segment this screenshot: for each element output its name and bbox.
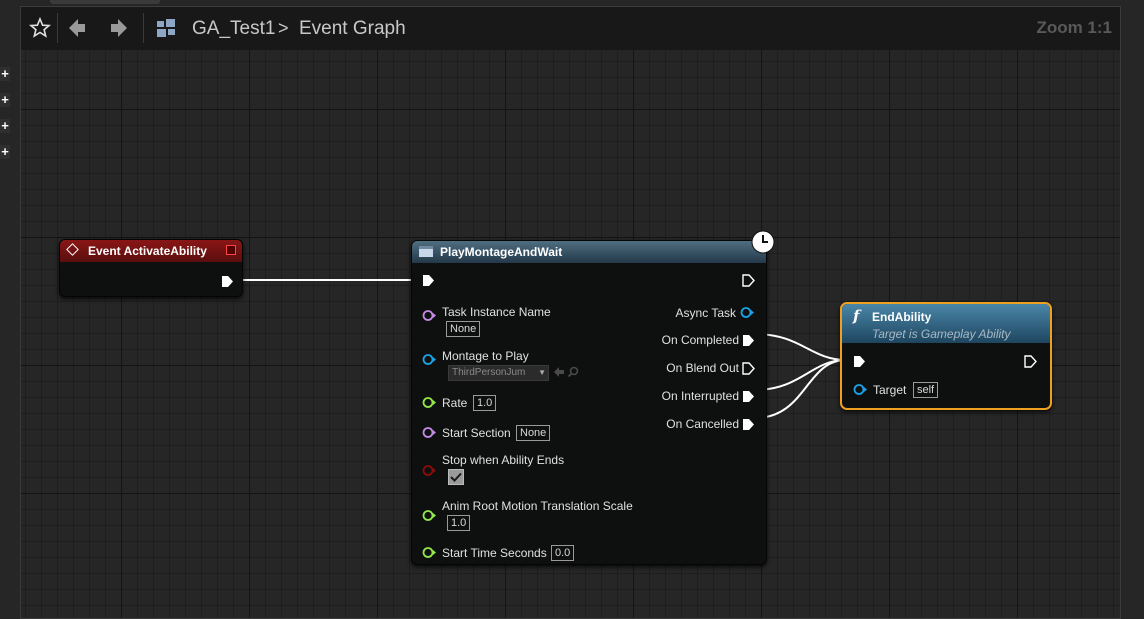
exec-in-pin[interactable] xyxy=(422,274,435,287)
expand-plus-icon[interactable]: + xyxy=(0,93,10,107)
node-title: PlayMontageAndWait xyxy=(440,245,563,259)
exec-out-pin[interactable] xyxy=(742,334,755,347)
clock-icon xyxy=(751,230,775,254)
chevron-down-icon: ▼ xyxy=(538,368,546,377)
exec-out-pin[interactable] xyxy=(742,362,755,375)
node-header: Event ActivateAbility xyxy=(60,240,242,262)
task-instance-name-label: Task Instance Name xyxy=(442,305,551,319)
montage-to-play-dropdown[interactable]: ThirdPersonJum ▼ xyxy=(448,365,549,381)
float-pin[interactable] xyxy=(422,396,437,409)
node-title: Event ActivateAbility xyxy=(88,244,207,258)
target-input[interactable]: self xyxy=(913,382,939,398)
play-montage-and-wait-node[interactable]: PlayMontageAndWait Task Instance Name No… xyxy=(411,230,775,565)
node-header: f EndAbility Target is Gameplay Ability xyxy=(842,304,1050,343)
start-time-seconds-label: Start Time Seconds xyxy=(442,546,547,560)
async-task-label: Async Task xyxy=(675,306,736,320)
target-label: Target xyxy=(873,383,907,397)
node-title: EndAbility xyxy=(872,310,932,324)
task-instance-name-input[interactable]: None xyxy=(446,321,481,337)
stop-when-ability-ends-label: Stop when Ability Ends xyxy=(442,453,565,467)
event-activate-ability-node[interactable]: Event ActivateAbility xyxy=(59,239,243,297)
node-header: PlayMontageAndWait xyxy=(412,241,766,263)
search-icon[interactable] xyxy=(567,366,579,378)
rate-input[interactable]: 1.0 xyxy=(473,395,497,411)
exec-out-pin[interactable] xyxy=(1024,355,1037,368)
tab[interactable] xyxy=(50,0,160,4)
right-side-panel xyxy=(1121,0,1144,619)
montage-to-play-value: ThirdPersonJum xyxy=(452,367,526,378)
exec-in-pin[interactable] xyxy=(853,355,866,368)
expand-plus-icon[interactable]: + xyxy=(0,145,10,159)
start-time-seconds-input[interactable]: 0.0 xyxy=(551,545,575,561)
exec-out-pin[interactable] xyxy=(742,418,755,431)
float-pin[interactable] xyxy=(422,509,437,522)
name-pin[interactable] xyxy=(422,309,437,322)
bool-pin[interactable] xyxy=(422,464,437,477)
expand-plus-icon[interactable]: + xyxy=(0,67,10,81)
start-section-label: Start Section xyxy=(442,426,511,440)
object-pin[interactable] xyxy=(853,383,868,396)
exec-out-pin[interactable] xyxy=(742,390,755,403)
arrow-left-icon[interactable] xyxy=(553,366,565,378)
float-pin[interactable] xyxy=(422,546,437,559)
on-cancelled-label: On Cancelled xyxy=(666,417,739,431)
start-section-input[interactable]: None xyxy=(516,425,551,441)
interrupted-wire xyxy=(754,359,847,391)
node-subtitle: Target is Gameplay Ability xyxy=(872,327,1011,341)
delegate-pin-icon[interactable] xyxy=(226,245,236,255)
task-icon xyxy=(419,246,433,257)
on-blend-out-label: On Blend Out xyxy=(666,361,739,375)
left-side-panel: + + + + xyxy=(0,0,20,619)
event-diamond-icon xyxy=(66,243,79,256)
on-completed-label: On Completed xyxy=(661,333,739,347)
exec-out-pin[interactable] xyxy=(221,275,234,288)
name-pin[interactable] xyxy=(422,426,437,439)
object-out-pin[interactable] xyxy=(740,306,755,319)
event-graph-canvas[interactable]: GA_Test1 > Event Graph Zoom 1:1 Event Ac… xyxy=(20,6,1121,619)
montage-to-play-label: Montage to Play xyxy=(442,349,529,363)
completed-wire xyxy=(754,333,847,361)
end-ability-node[interactable]: f EndAbility Target is Gameplay Ability … xyxy=(840,302,1052,410)
anim-root-motion-label: Anim Root Motion Translation Scale xyxy=(442,499,633,513)
checkbox-checked-icon[interactable] xyxy=(448,469,464,485)
object-pin[interactable] xyxy=(422,353,437,366)
function-icon: f xyxy=(853,307,860,325)
expand-plus-icon[interactable]: + xyxy=(0,119,10,133)
on-interrupted-label: On Interrupted xyxy=(661,389,739,403)
anim-root-motion-input[interactable]: 1.0 xyxy=(447,515,471,531)
exec-out-pin[interactable] xyxy=(742,274,755,287)
rate-label: Rate xyxy=(442,396,468,410)
